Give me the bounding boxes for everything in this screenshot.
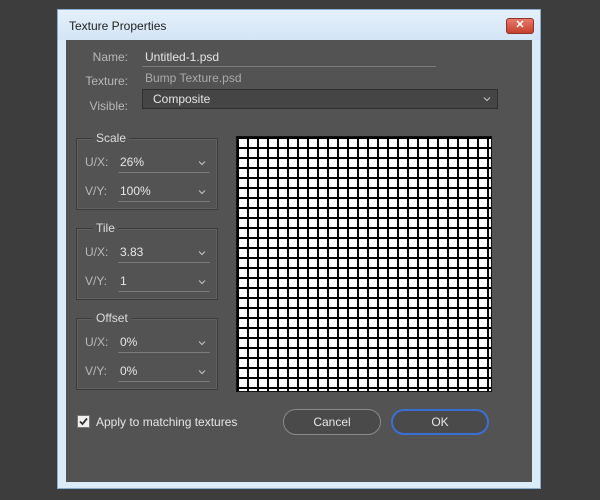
offset-ux-value: 0%	[120, 335, 138, 349]
tile-ux-value: 3.83	[120, 245, 144, 259]
scale-group-title: Scale	[93, 131, 130, 145]
scale-vy-select[interactable]: 100%	[118, 180, 210, 202]
texture-value: Bump Texture.psd	[145, 71, 242, 85]
tile-vy-select[interactable]: 1	[118, 270, 210, 292]
scale-group: Scale U/X: 26% V/Y: 100%	[76, 131, 218, 210]
tile-ux-label: U/X:	[85, 245, 109, 259]
title-bar[interactable]: Texture Properties ✕	[58, 10, 540, 40]
chevron-down-icon	[198, 161, 206, 166]
cancel-button[interactable]: Cancel	[283, 409, 381, 435]
tile-vy-underline	[118, 291, 210, 292]
offset-ux-label: U/X:	[85, 335, 109, 349]
scale-vy-label: V/Y:	[85, 184, 108, 198]
apply-matching-label[interactable]: Apply to matching textures	[96, 415, 237, 429]
tile-vy-value: 1	[120, 274, 127, 288]
close-icon: ✕	[515, 19, 525, 31]
offset-ux-select[interactable]: 0%	[118, 331, 210, 353]
chevron-down-icon	[198, 280, 206, 285]
tile-group: Tile U/X: 3.83 V/Y: 1	[76, 221, 218, 300]
offset-group-title: Offset	[93, 311, 131, 325]
scale-ux-value: 26%	[120, 155, 145, 169]
ok-button[interactable]: OK	[391, 409, 489, 435]
scale-vy-value: 100%	[120, 184, 151, 198]
texture-properties-dialog: Texture Properties ✕ Name: Untitled-1.ps…	[57, 9, 541, 489]
offset-vy-underline	[118, 381, 210, 382]
offset-vy-label: V/Y:	[85, 364, 108, 378]
scale-ux-label: U/X:	[85, 155, 109, 169]
chevron-down-icon	[198, 370, 206, 375]
name-field[interactable]: Untitled-1.psd	[145, 50, 219, 64]
apply-matching-checkbox[interactable]	[77, 415, 90, 428]
tile-ux-select[interactable]: 3.83	[118, 241, 210, 263]
visible-select[interactable]: Composite	[142, 89, 498, 109]
close-button[interactable]: ✕	[506, 18, 534, 34]
dialog-content: Name: Untitled-1.psd Texture: Bump Textu…	[66, 40, 532, 482]
chevron-down-icon	[198, 341, 206, 346]
tile-group-title: Tile	[93, 221, 118, 235]
checkmark-icon	[79, 417, 88, 426]
window-title: Texture Properties	[69, 19, 167, 33]
offset-ux-underline	[118, 352, 210, 353]
chevron-down-icon	[483, 97, 491, 102]
name-field-underline	[142, 66, 436, 67]
visible-label: Visible:	[89, 99, 128, 113]
scale-ux-select[interactable]: 26%	[118, 151, 210, 173]
offset-vy-select[interactable]: 0%	[118, 360, 210, 382]
texture-preview-grid	[237, 137, 491, 391]
chevron-down-icon	[198, 190, 206, 195]
scale-vy-underline	[118, 201, 210, 202]
tile-vy-label: V/Y:	[85, 274, 108, 288]
scale-ux-underline	[118, 172, 210, 173]
chevron-down-icon	[198, 251, 206, 256]
tile-ux-underline	[118, 262, 210, 263]
visible-select-value: Composite	[153, 92, 211, 106]
texture-label: Texture:	[85, 74, 128, 88]
offset-vy-value: 0%	[120, 364, 138, 378]
name-label: Name:	[92, 50, 128, 64]
offset-group: Offset U/X: 0% V/Y: 0%	[76, 311, 218, 390]
texture-preview	[236, 136, 492, 392]
